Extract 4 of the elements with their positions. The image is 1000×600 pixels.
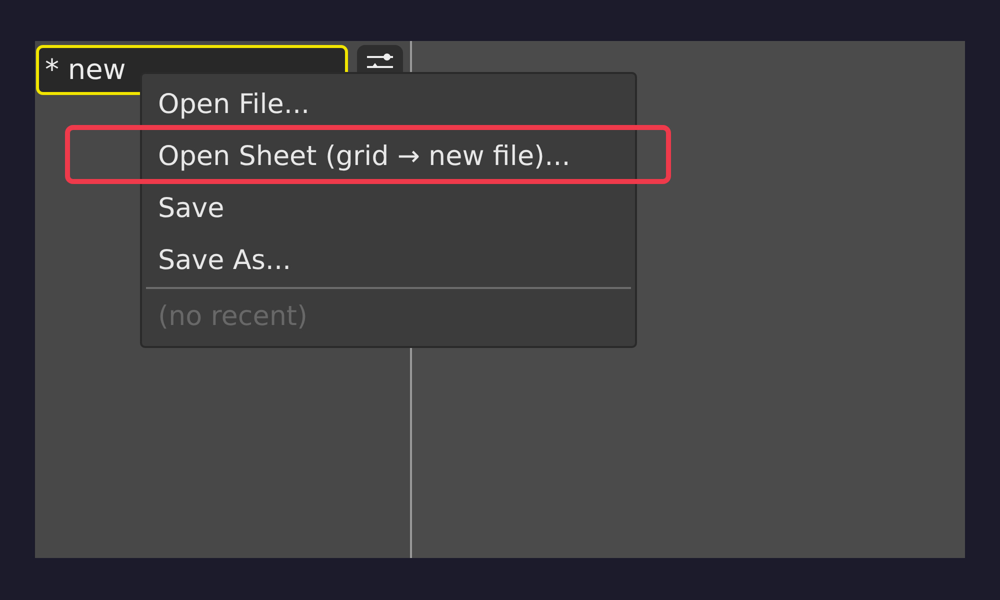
- sliders-icon: [367, 53, 393, 69]
- menu-item[interactable]: Open Sheet (grid → new file)...: [154, 138, 574, 174]
- menu-item[interactable]: Save As...: [154, 242, 296, 278]
- menu-item[interactable]: Save: [154, 190, 228, 226]
